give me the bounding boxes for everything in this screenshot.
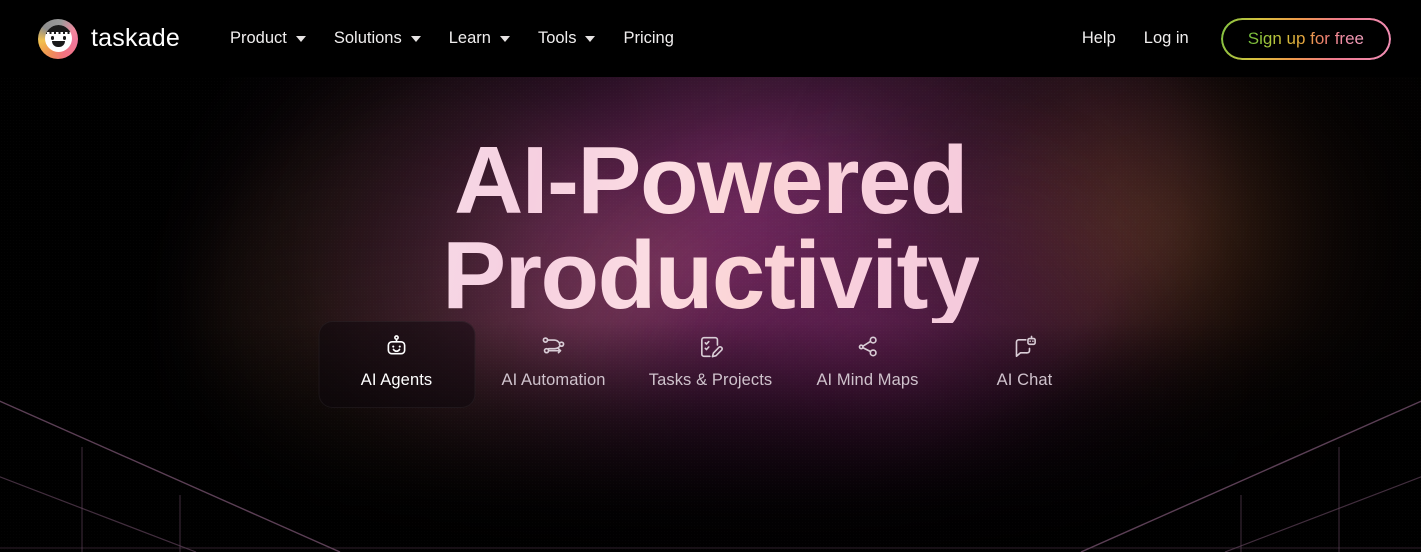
signup-button-label: Sign up for free [1247,28,1364,48]
nav-item-tools[interactable]: Tools [524,21,610,56]
nav-item-pricing[interactable]: Pricing [609,21,687,56]
chevron-down-icon [499,35,510,42]
chevron-down-icon [295,35,306,42]
main-navigation: Product Solutions Learn Tools Pricing [216,21,688,56]
nav-item-label: Learn [448,29,491,47]
help-link[interactable]: Help [1068,21,1130,56]
signup-button[interactable]: Sign up for free [1220,17,1391,60]
brand-logo-link[interactable]: taskade [38,18,180,59]
hero-title-line-1: AI-Powered [453,127,968,234]
brand-name: taskade [91,24,180,52]
header-actions: Help Log in Sign up for free [1068,17,1391,60]
nav-item-label: Solutions [333,29,402,47]
nav-item-learn[interactable]: Learn [435,21,524,56]
site-header: taskade Product Solutions Learn Tools Pr… [0,0,1421,77]
hero-title-line-2: Productivity [442,222,979,330]
nav-item-label: Tools [537,29,577,47]
page-title: AI-Powered Productivity [442,133,979,323]
hero-section: AI-Powered Productivity [0,77,1421,552]
nav-item-solutions[interactable]: Solutions [320,21,435,56]
chevron-down-icon [410,35,421,42]
nav-item-label: Pricing [623,29,674,47]
taskade-face-logo-icon [38,18,78,59]
nav-item-product[interactable]: Product [216,21,320,56]
page-root: taskade Product Solutions Learn Tools Pr… [0,0,1421,552]
chevron-down-icon [585,35,596,42]
nav-item-label: Product [229,29,287,47]
login-link[interactable]: Log in [1130,21,1203,56]
